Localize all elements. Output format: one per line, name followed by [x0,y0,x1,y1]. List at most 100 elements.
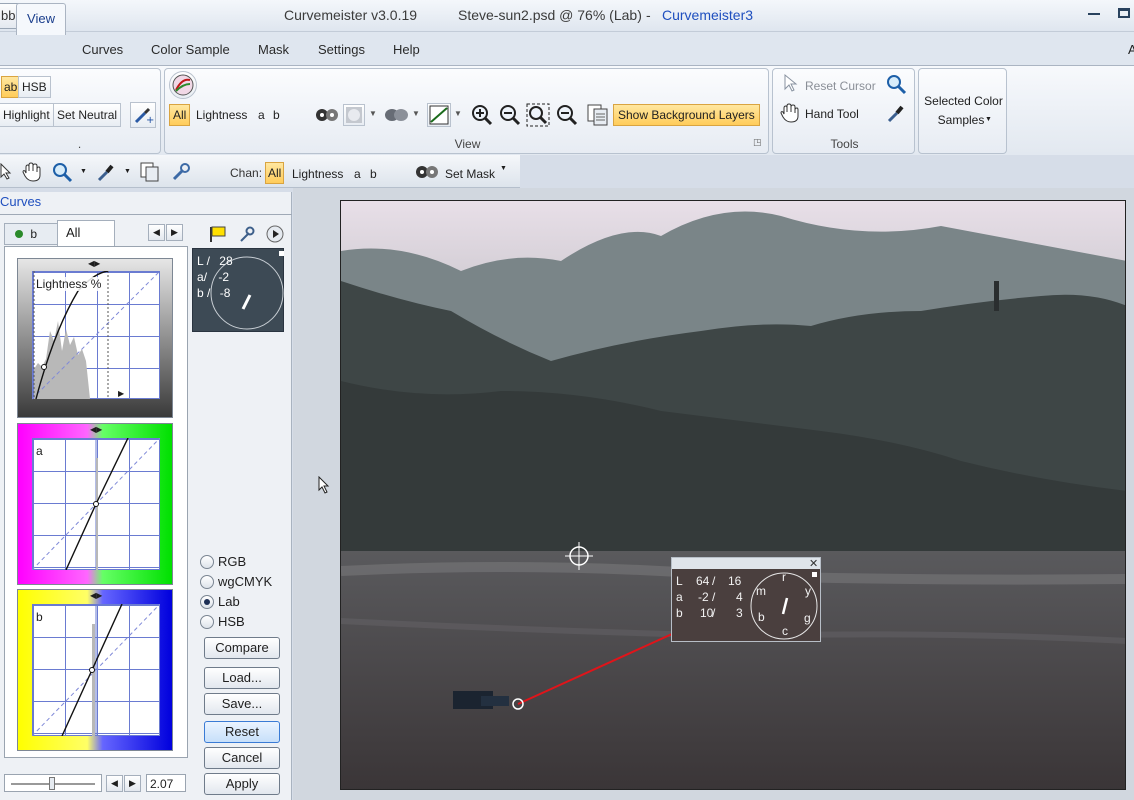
sample-readout-widget[interactable]: L / 28 a/ -2 b / -8 [192,248,284,332]
view-channel-lightness[interactable]: Lightness [192,104,251,126]
menu-bar: Curves Color Sample Mask Settings Help [0,32,1134,66]
lightness-histogram [34,321,90,399]
hand-tool-icon[interactable] [779,102,801,124]
minimize-icon[interactable] [1088,13,1100,15]
gamma-value-field[interactable]: 2.07 [146,774,186,792]
readout-corner-icon[interactable] [812,572,817,577]
apply-button[interactable]: Apply [204,773,280,795]
eyedropper-icon[interactable] [885,102,907,124]
widget-row-a: a/ -2 [197,270,230,284]
hsb-mode-button[interactable]: HSB [18,76,51,98]
show-background-layers-button[interactable]: Show Background Layers [613,104,760,126]
mode-hsb-radio[interactable]: HSB [200,614,290,632]
set-neutral-button[interactable]: Set Neutral [53,103,122,127]
lightness-end-marker-icon[interactable]: ▶ [118,389,124,398]
tab-all[interactable]: All [57,220,115,246]
mask-link-icon[interactable] [313,104,341,126]
mode-wgcmyk-radio[interactable]: wgCMYK [200,574,290,592]
tab-view[interactable]: View [16,3,66,35]
a-control-point[interactable] [93,501,99,507]
magnifier-icon[interactable] [885,73,907,95]
b-curve-box[interactable]: b ◀▶ [17,589,173,751]
gamma-increase-icon[interactable]: ▶ [124,775,141,792]
sampler-dropdown-icon[interactable]: ▼ [124,168,131,175]
sample-readout-box[interactable]: ✕ L 64 / 16 a -2 / 4 b 10 / 3 r y g c b … [671,557,821,642]
a-curve-box[interactable]: a ◀▶ [17,423,173,585]
view-channel-a[interactable]: a [254,104,269,126]
mask-preview-icon[interactable] [343,104,365,126]
tab-color-sample[interactable]: Color Sample [151,42,230,57]
close-icon[interactable]: ✕ [809,557,818,570]
load-button[interactable]: Load... [204,667,280,689]
a-curve-plot[interactable] [32,438,160,570]
b-top-handle-icon[interactable]: ◀▶ [90,591,102,600]
highlight-button[interactable]: Highlight [0,103,54,127]
chan-a-button[interactable]: a [350,164,365,184]
cancel-button[interactable]: Cancel [204,747,280,769]
gamma-slider[interactable] [4,774,102,792]
reset-cursor-button[interactable]: Reset Cursor [801,76,880,96]
mask-overlay-dropdown-icon[interactable]: ▼ [412,109,420,118]
tab-scroll-right-icon[interactable]: ▶ [166,224,183,241]
set-mask-dropdown-icon[interactable]: ▼ [500,165,507,172]
zoom-out-icon[interactable] [498,103,522,127]
lightness-top-handle-icon[interactable]: ◀▶ [88,259,100,268]
ribbon: ab HSB Highlight Set Neutral + . All Lig… [0,65,1134,155]
add-eyedropper-icon[interactable]: + [130,102,156,128]
curve-display-icon[interactable] [427,103,451,127]
chan-b-button[interactable]: b [366,164,381,184]
lightness-curve-box[interactable]: Lightness % ◀▶ ▶ [17,258,173,418]
maximize-icon[interactable] [1118,8,1130,18]
mode-rgb-radio[interactable]: RGB [200,554,290,572]
zoom-icon[interactable] [51,161,73,183]
copy-layers-icon[interactable] [139,161,161,183]
lightness-control-point[interactable] [41,364,47,370]
tab-settings[interactable]: Settings [318,42,365,57]
pointer-icon[interactable] [0,162,14,181]
tab-curves[interactable]: Curves [82,42,123,57]
play-icon[interactable] [266,225,284,243]
gamma-decrease-icon[interactable]: ◀ [106,775,123,792]
wrench-icon[interactable] [170,161,192,183]
curve-display-dropdown-icon[interactable]: ▼ [454,109,462,118]
sampler-eyedropper-icon[interactable] [95,161,117,183]
mask-overlay-icon[interactable] [383,104,409,126]
save-button[interactable]: Save... [204,693,280,715]
dial-label-y: y [805,584,811,598]
reset-button[interactable]: Reset [204,721,280,743]
tab-b[interactable]: b [4,223,58,245]
zoom-actual-icon[interactable] [555,103,579,127]
sample-readout-header[interactable] [672,558,820,569]
flag-icon[interactable] [208,225,228,243]
group-label-tools: Tools [830,137,859,151]
b-control-point[interactable] [89,667,95,673]
tab-help[interactable]: Help [393,42,420,57]
b-curve-plot[interactable] [32,604,160,736]
document-image[interactable] [340,200,1126,790]
selected-color-samples-button[interactable]: Selected Color Samples ▼ [918,68,1007,154]
dialog-launcher-icon[interactable]: ◳ [753,137,762,148]
zoom-in-icon[interactable] [470,103,494,127]
hand-tool-button[interactable]: Hand Tool [801,104,863,124]
color-wheel-icon[interactable] [169,71,197,99]
background-layers-icon[interactable] [586,103,610,127]
zoom-dropdown-icon[interactable]: ▼ [80,168,87,175]
zoom-fit-icon[interactable] [526,103,550,127]
tab-scroll-left-icon[interactable]: ◀ [148,224,165,241]
mask-preview-dropdown-icon[interactable]: ▼ [369,109,377,118]
panel-wrench-icon[interactable] [238,225,256,243]
compare-button[interactable]: Compare [204,637,280,659]
mode-lab-radio[interactable]: Lab [200,594,290,612]
gamma-slider-thumb[interactable] [49,777,55,790]
landscape-photo[interactable] [341,201,1126,790]
set-mask-button[interactable]: Set Mask [441,164,499,184]
hand-icon[interactable] [21,161,43,183]
tab-mask[interactable]: Mask [258,42,289,57]
widget-corner-icon[interactable] [279,251,284,256]
chan-all-button[interactable]: All [265,162,285,184]
chan-lightness-button[interactable]: Lightness [288,164,347,184]
view-channel-b[interactable]: b [269,104,284,126]
a-histogram [96,458,98,570]
view-channel-all[interactable]: All [169,104,191,126]
a-top-handle-icon[interactable]: ◀▶ [90,425,102,434]
